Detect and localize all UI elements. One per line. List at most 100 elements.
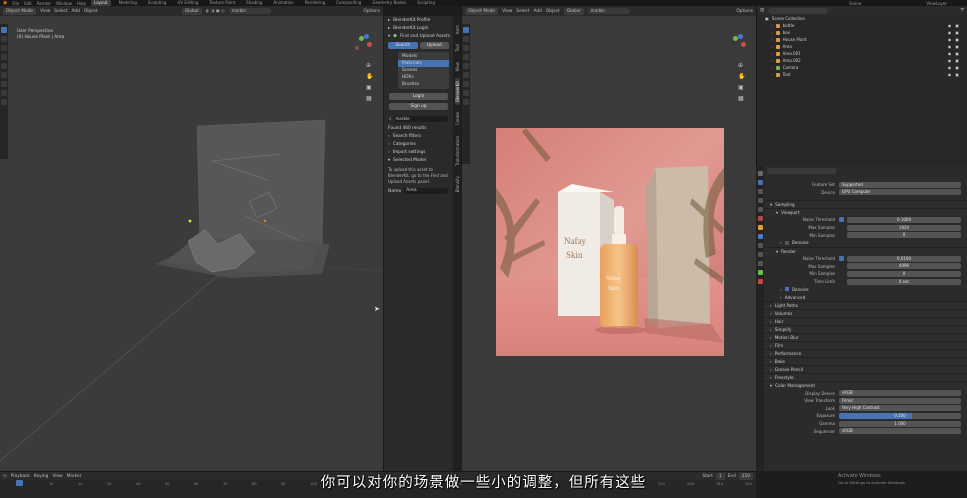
view-layer-selector[interactable]: ViewLayer bbox=[926, 1, 947, 6]
properties-search-input[interactable] bbox=[767, 167, 837, 174]
object-mode-dropdown[interactable]: Object Mode bbox=[3, 7, 37, 15]
menu-add-right[interactable]: Add bbox=[534, 9, 542, 14]
zoom-icon-right[interactable]: ⊕ bbox=[738, 62, 745, 69]
move-tool-icon-right[interactable] bbox=[463, 45, 469, 51]
options-dropdown[interactable]: Options bbox=[363, 9, 380, 14]
menu-object-right[interactable]: Object bbox=[546, 9, 560, 14]
visibility-eye-icon[interactable]: ◉ bbox=[948, 30, 952, 35]
time-limit-field[interactable]: 0 sec bbox=[847, 278, 961, 285]
tab-transformation[interactable]: Transformation bbox=[455, 133, 460, 169]
visibility-eye-icon[interactable]: ◉ bbox=[948, 51, 952, 56]
grid-view-icon[interactable]: ▦ bbox=[366, 95, 373, 102]
physics-props-icon[interactable] bbox=[757, 252, 763, 257]
min-samples-r-field[interactable]: 0 bbox=[847, 270, 961, 277]
z-axis-icon[interactable] bbox=[364, 34, 369, 39]
expand-arrow-icon[interactable]: › bbox=[771, 65, 773, 70]
device-dropdown[interactable]: GPU Compute bbox=[839, 189, 961, 196]
section-motion-blur[interactable]: › Motion Blur bbox=[764, 333, 967, 342]
visibility-eye-icon[interactable]: ◉ bbox=[948, 58, 952, 63]
noise-threshold-r-field[interactable]: 0.0100 bbox=[847, 255, 961, 262]
x-axis-icon-right[interactable] bbox=[741, 42, 746, 47]
render-camera-icon[interactable]: ▣ bbox=[955, 72, 959, 77]
search-filters-panel[interactable]: › Search filters bbox=[384, 132, 453, 140]
section-film[interactable]: › Film bbox=[764, 341, 967, 350]
menu-file[interactable]: File bbox=[12, 1, 19, 6]
visibility-eye-icon[interactable]: ◉ bbox=[948, 72, 952, 77]
scene-props-icon[interactable] bbox=[757, 207, 763, 212]
section-freestyle[interactable]: › Freestyle bbox=[764, 373, 967, 382]
render-camera-icon[interactable]: ▣ bbox=[955, 44, 959, 49]
viewport-search-input-right[interactable]: marble bbox=[587, 8, 630, 14]
cursor-tool-icon-right[interactable] bbox=[463, 36, 469, 42]
category-scenes[interactable]: Scenes bbox=[398, 67, 449, 74]
world-props-icon[interactable] bbox=[757, 216, 763, 221]
section-performance[interactable]: › Performance bbox=[764, 349, 967, 358]
modifier-props-icon[interactable] bbox=[757, 234, 763, 239]
render-camera-icon[interactable]: ▣ bbox=[955, 65, 959, 70]
material-props-icon[interactable] bbox=[757, 279, 763, 284]
denoise-r-checkbox[interactable] bbox=[784, 287, 789, 292]
output-props-icon[interactable] bbox=[757, 189, 763, 194]
category-materials[interactable]: Materials bbox=[398, 60, 449, 67]
tab-blendify[interactable]: Blendify bbox=[455, 173, 460, 195]
exposure-field[interactable]: 0.200 bbox=[839, 412, 961, 419]
tab-tool[interactable]: Tool bbox=[455, 41, 460, 55]
outliner-item[interactable]: › Area.001 ◉ ▣ bbox=[757, 50, 967, 57]
menu-help[interactable]: Help bbox=[77, 1, 86, 6]
asset-search-input[interactable]: marble bbox=[393, 116, 448, 122]
max-samples-vp-field[interactable]: 1024 bbox=[847, 224, 961, 231]
annotate-tool-icon-right[interactable] bbox=[463, 81, 469, 87]
max-samples-r-field[interactable]: 4096 bbox=[847, 263, 961, 270]
menu-edit[interactable]: Edit bbox=[24, 1, 32, 6]
noise-threshold-r-checkbox[interactable] bbox=[839, 256, 844, 262]
transform-tool-icon-right[interactable] bbox=[463, 72, 469, 78]
visibility-eye-icon[interactable]: ◉ bbox=[948, 65, 952, 70]
render-camera-icon[interactable]: ▣ bbox=[955, 37, 959, 42]
z-axis-icon-right[interactable] bbox=[738, 34, 743, 39]
expand-arrow-icon[interactable]: › bbox=[771, 72, 773, 77]
panel-blenderkit-login[interactable]: ▸ BlenderKit Login bbox=[384, 24, 453, 32]
render-camera-icon[interactable]: ▣ bbox=[955, 51, 959, 56]
neg-axis-icon[interactable] bbox=[355, 46, 359, 50]
menu-render[interactable]: Render bbox=[37, 1, 51, 6]
menu-add[interactable]: Add bbox=[72, 9, 80, 14]
object-mode-dropdown-right[interactable]: Object Mode bbox=[465, 7, 499, 15]
category-hdrs[interactable]: HDRs bbox=[398, 74, 449, 81]
outliner-item[interactable]: › box ◉ ▣ bbox=[757, 29, 967, 36]
feature-set-dropdown[interactable]: Supported bbox=[839, 181, 961, 188]
pan-hand-icon-right[interactable]: ✋ bbox=[738, 73, 745, 80]
object-props-icon[interactable] bbox=[757, 225, 763, 230]
tool-props-icon[interactable] bbox=[757, 171, 763, 176]
tab-blenderkit[interactable]: BlenderKit bbox=[454, 78, 460, 106]
panel-blenderkit-profile[interactable]: ▸ BlenderKit Profile bbox=[384, 16, 453, 24]
section-light-paths[interactable]: › Light Paths bbox=[764, 301, 967, 310]
section-grease-pencil[interactable]: › Grease Pencil bbox=[764, 365, 967, 374]
outliner-item[interactable]: › Text ◉ ▣ bbox=[757, 71, 967, 78]
section-bake[interactable]: › Bake bbox=[764, 357, 967, 366]
login-button[interactable]: Login bbox=[389, 93, 448, 100]
name-field[interactable]: Area bbox=[404, 188, 448, 194]
render-camera-icon[interactable]: ▣ bbox=[955, 58, 959, 63]
denoise-r-subpanel[interactable]: › Denoise bbox=[764, 285, 967, 294]
selected-model-panel[interactable]: ▾ Selected Model bbox=[384, 156, 453, 164]
section-simplify[interactable]: › Simplify bbox=[764, 325, 967, 334]
tab-item[interactable]: Item bbox=[455, 22, 460, 37]
data-props-icon[interactable] bbox=[757, 270, 763, 275]
view-layer-props-icon[interactable] bbox=[757, 198, 763, 203]
navigation-gizmo-right[interactable] bbox=[727, 34, 753, 56]
zoom-icon[interactable]: ⊕ bbox=[366, 62, 373, 69]
category-brushes[interactable]: Brushes bbox=[398, 81, 449, 88]
outliner-search-input[interactable] bbox=[768, 7, 829, 14]
visibility-eye-icon[interactable]: ◉ bbox=[948, 37, 952, 42]
select-tool-icon-right[interactable] bbox=[463, 27, 469, 33]
shading-icons[interactable]: ◐ ◑ ● ◎ bbox=[206, 9, 225, 14]
expand-arrow-icon[interactable]: › bbox=[771, 37, 773, 42]
gamma-field[interactable]: 1.000 bbox=[839, 420, 961, 427]
visibility-eye-icon[interactable]: ◉ bbox=[948, 23, 952, 28]
outliner-item[interactable]: › Camera ◉ ▣ bbox=[757, 64, 967, 71]
scene-collection-row[interactable]: ▣ Scene Collection bbox=[757, 15, 967, 22]
transform-orientation-right[interactable]: Global bbox=[563, 7, 584, 15]
particles-props-icon[interactable] bbox=[757, 243, 763, 248]
expand-arrow-icon[interactable]: › bbox=[771, 51, 773, 56]
menu-window[interactable]: Window bbox=[56, 1, 72, 6]
